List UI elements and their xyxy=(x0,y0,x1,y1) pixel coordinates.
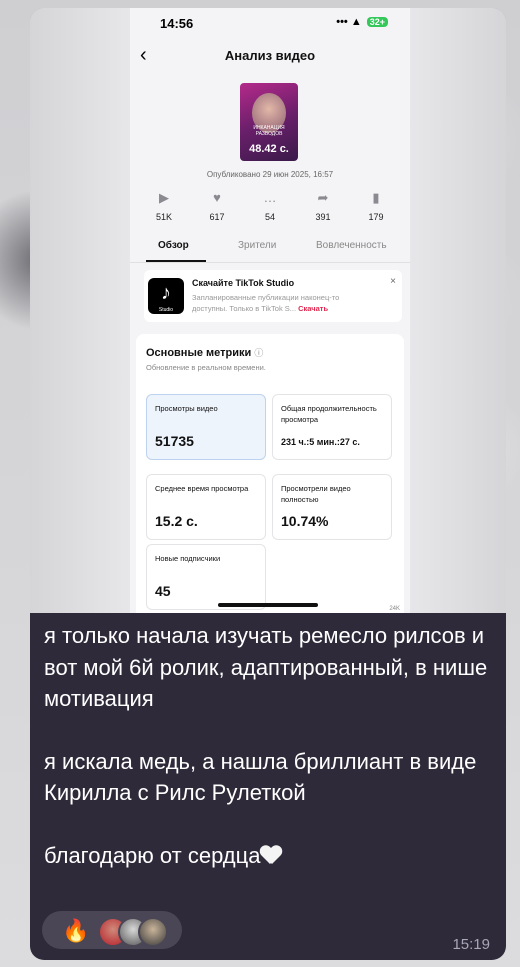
signal-wifi-icon: ••• ▲ xyxy=(336,16,362,28)
home-indicator xyxy=(218,603,318,607)
video-thumbnail[interactable]: ИНКАНАЦИЯ РАЗВОДОВ 48.42 с. xyxy=(240,83,298,161)
video-stats: ▶ 51K ♥ 617 … 54 ➦ 391 ▮ 179 xyxy=(146,190,394,222)
banner-title: Скачайте TikTok Studio xyxy=(192,278,295,288)
screenshot-blur-right xyxy=(410,8,506,613)
stat-views: ▶ 51K xyxy=(146,190,182,222)
metrics-subtitle: Обновление в реальном времени. xyxy=(146,363,266,372)
stat-saves: ▮ 179 xyxy=(358,190,394,222)
video-duration: 48.42 с. xyxy=(249,143,289,155)
metric-card-watch-time[interactable]: Общая продолжительность просмотра 231 ч.… xyxy=(272,394,392,460)
message-text: я только начала изучать ремесло рилсов и… xyxy=(44,620,494,871)
metric-value: 51735 xyxy=(155,433,194,449)
metric-card-completion[interactable]: Просмотрели видео полностью 10.74% xyxy=(272,474,392,540)
metric-card-views[interactable]: Просмотры видео 51735 xyxy=(146,394,266,460)
phone-screen: 14:56 ••• ▲ 32+ ‹ Анализ видео ИНКАНАЦИЯ… xyxy=(130,8,410,613)
info-icon[interactable]: ⓘ xyxy=(254,348,263,358)
partial-chart-label: 24K xyxy=(389,606,400,612)
stat-value: 617 xyxy=(209,212,225,222)
message-paragraph-1: я только начала изучать ремесло рилсов и… xyxy=(44,623,488,711)
message-paragraph-3: благодарю от сердца xyxy=(44,840,494,872)
avatar xyxy=(138,917,168,947)
message-timestamp: 15:19 xyxy=(452,936,490,953)
key-metrics-panel: Основные метрики ⓘ Обновление в реальном… xyxy=(136,334,404,613)
stat-value: 51K xyxy=(155,212,172,222)
close-icon[interactable]: × xyxy=(390,276,396,287)
metrics-title-text: Основные метрики xyxy=(146,347,252,359)
thumbnail-caption: ИНКАНАЦИЯ РАЗВОДОВ xyxy=(253,125,285,137)
heart-icon: ♥ xyxy=(213,190,221,205)
message-paragraph-2: я искала медь, а нашла бриллиант в виде … xyxy=(44,748,477,806)
stat-likes: ♥ 617 xyxy=(199,190,235,222)
status-bar: 14:56 ••• ▲ 32+ xyxy=(130,16,410,34)
divider xyxy=(130,262,410,263)
analytics-tabs: Обзор Зрители Вовлеченность xyxy=(146,240,394,260)
battery-icon: 32+ xyxy=(366,17,388,27)
published-date: Опубликовано 29 июн 2025, 16:57 xyxy=(206,170,334,179)
page-title: Анализ видео xyxy=(224,48,316,63)
bookmark-icon: ▮ xyxy=(372,190,380,205)
metric-label: Общая продолжительность просмотра xyxy=(281,404,377,424)
metric-card-new-followers[interactable]: Новые подписчики 45 xyxy=(146,544,266,610)
share-icon: ➦ xyxy=(317,190,329,205)
metric-value: 15.2 с. xyxy=(155,513,198,529)
stat-value: 54 xyxy=(264,212,275,222)
metric-label: Среднее время просмотра xyxy=(155,484,249,493)
play-icon: ▶ xyxy=(159,190,169,205)
tab-overview[interactable]: Обзор xyxy=(158,240,189,251)
metric-value: 45 xyxy=(155,583,171,599)
white-heart-icon xyxy=(260,844,282,866)
fire-emoji-icon: 🔥 xyxy=(62,918,90,943)
metrics-title: Основные метрики ⓘ xyxy=(146,346,263,359)
stat-value: 179 xyxy=(368,212,384,222)
stat-value: 391 xyxy=(315,212,331,222)
stat-shares: ➦ 391 xyxy=(305,190,341,222)
message-bubble[interactable]: 14:56 ••• ▲ 32+ ‹ Анализ видео ИНКАНАЦИЯ… xyxy=(30,8,506,960)
stat-comments: … 54 xyxy=(252,190,288,222)
comment-icon: … xyxy=(263,190,277,205)
metric-label: Просмотры видео xyxy=(155,404,218,413)
metric-value: 10.74% xyxy=(281,513,329,529)
attached-screenshot[interactable]: 14:56 ••• ▲ 32+ ‹ Анализ видео ИНКАНАЦИЯ… xyxy=(30,8,506,613)
status-time: 14:56 xyxy=(160,16,194,31)
reaction-chip[interactable]: 🔥 xyxy=(42,911,182,949)
tab-engagement[interactable]: Вовлеченность xyxy=(316,240,387,251)
screenshot-blur-left xyxy=(30,8,130,613)
download-link[interactable]: Скачать xyxy=(298,304,328,313)
logo-label: Studio xyxy=(158,307,174,313)
message-paragraph-3-text: благодарю от сердца xyxy=(44,842,261,868)
tab-viewers[interactable]: Зрители xyxy=(238,240,276,251)
metric-card-avg-time[interactable]: Среднее время просмотра 15.2 с. xyxy=(146,474,266,540)
metric-label: Просмотрели видео полностью xyxy=(281,484,351,504)
metric-value: 231 ч.:5 мин.:27 с. xyxy=(281,437,360,447)
status-icons: ••• ▲ 32+ xyxy=(336,16,388,28)
tiktok-studio-logo: ♪ Studio xyxy=(148,278,184,314)
banner-description: Запланированные публикации наконец-то до… xyxy=(192,292,372,314)
nav-bar: ‹ Анализ видео xyxy=(130,44,410,66)
metric-label: Новые подписчики xyxy=(155,554,221,563)
tiktok-studio-banner[interactable]: ♪ Studio Скачайте TikTok Studio Запланиро… xyxy=(144,270,402,322)
